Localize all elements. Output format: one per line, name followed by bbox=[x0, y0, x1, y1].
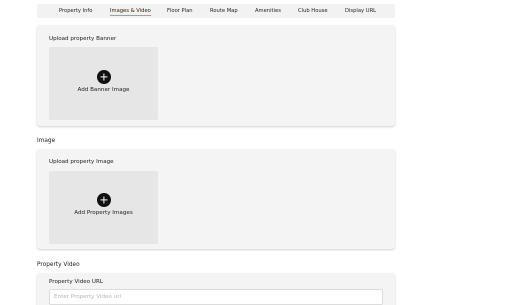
video-url-label: Property Video URL bbox=[49, 279, 103, 285]
image-card: Upload property Image Add Property Image… bbox=[37, 149, 395, 249]
add-property-images-button[interactable]: Add Property Images bbox=[49, 171, 158, 244]
tab-amenities[interactable]: Amenities bbox=[255, 4, 281, 18]
tab-images-video[interactable]: Images & Video bbox=[110, 4, 151, 18]
image-section-heading: Image bbox=[37, 138, 56, 144]
tab-floor-plan[interactable]: Floor Plan bbox=[167, 4, 193, 18]
banner-card: Upload property Banner Add Banner Image bbox=[37, 25, 395, 126]
add-property-images-label: Add Property Images bbox=[74, 210, 133, 216]
video-card: Property Video URL bbox=[37, 273, 395, 305]
plus-icon bbox=[97, 70, 111, 84]
image-upload-label: Upload property Image bbox=[49, 159, 114, 165]
add-banner-image-button[interactable]: Add Banner Image bbox=[49, 47, 158, 120]
tab-bar: Property Info Images & Video Floor Plan … bbox=[37, 4, 395, 18]
plus-icon bbox=[97, 193, 111, 207]
property-form-page: Property Info Images & Video Floor Plan … bbox=[0, 0, 512, 305]
add-banner-image-label: Add Banner Image bbox=[77, 87, 130, 93]
video-section-heading: Property Video bbox=[37, 262, 80, 268]
tab-display-url[interactable]: Display URL bbox=[345, 4, 376, 18]
video-url-input[interactable] bbox=[49, 289, 383, 305]
banner-upload-label: Upload property Banner bbox=[49, 36, 117, 42]
tab-property-info[interactable]: Property Info bbox=[59, 4, 92, 18]
tab-route-map[interactable]: Route Map bbox=[210, 4, 238, 18]
tab-club-house[interactable]: Club House bbox=[298, 4, 328, 18]
